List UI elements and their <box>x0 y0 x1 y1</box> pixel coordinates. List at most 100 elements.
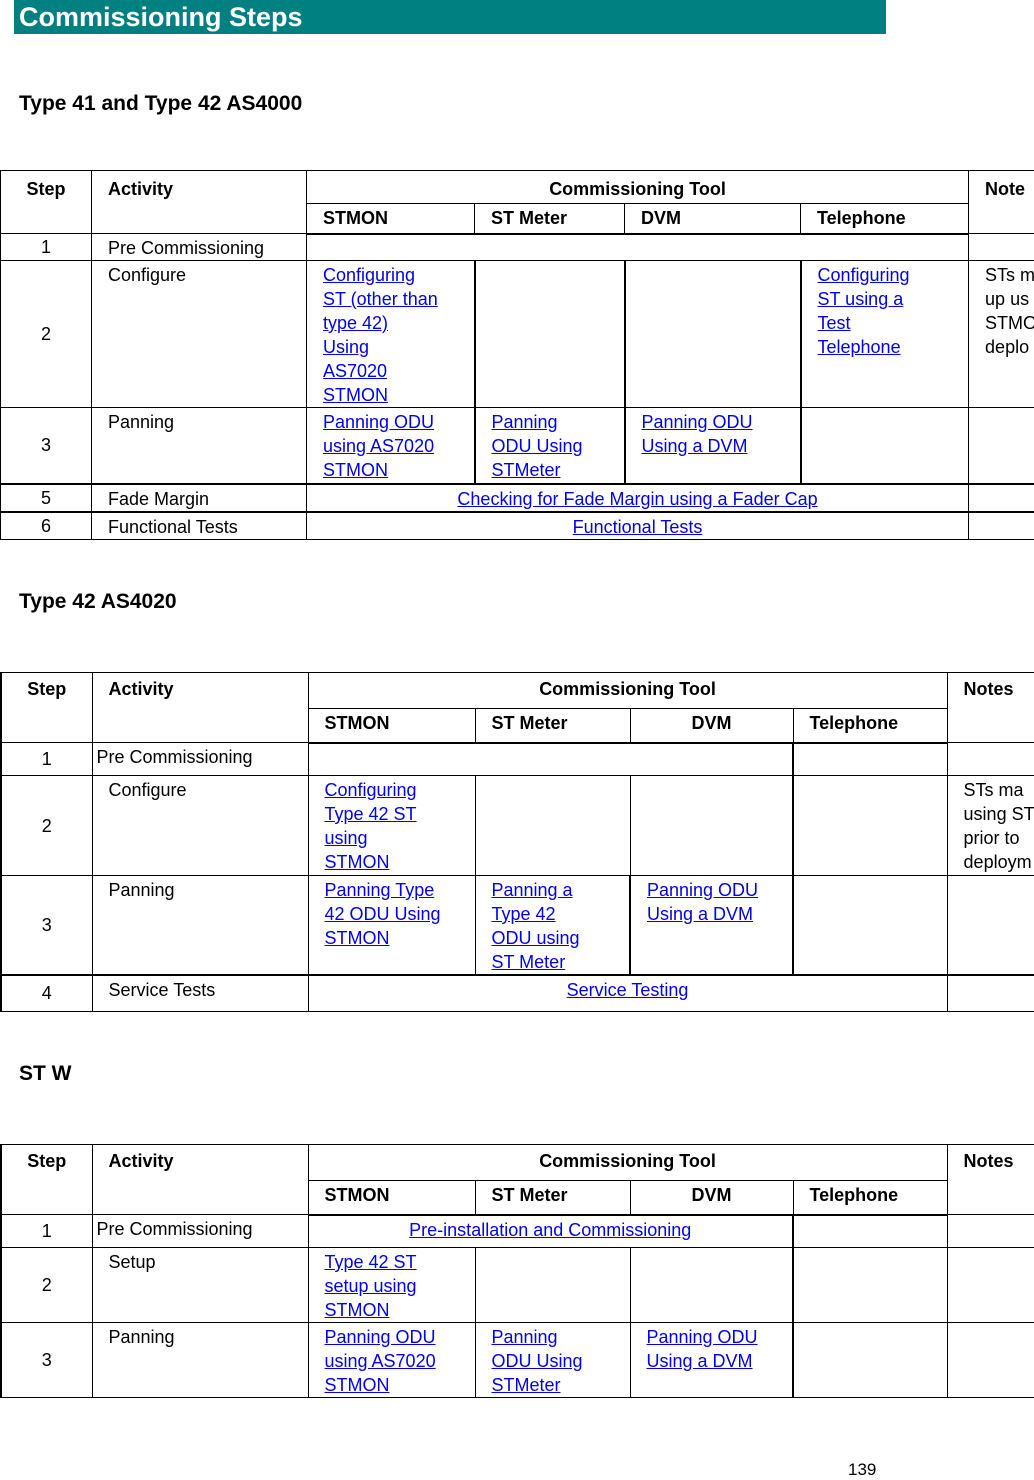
table-row: 2 Setup Type 42 ST setup using STMON <box>0 1247 1034 1323</box>
table-row: 6 Functional Tests Functional Tests <box>0 511 1034 540</box>
header-dvm: DVM <box>629 708 794 744</box>
telephone-cell <box>791 1214 948 1248</box>
header-step: Step <box>0 1144 93 1215</box>
link-panning-odu-dvm[interactable]: Panning ODU Using a DVM <box>647 880 758 924</box>
table-row: 1 Pre Commissioning <box>0 742 1034 776</box>
st-meter-cell <box>473 260 625 408</box>
step-number: 4 <box>0 974 93 1012</box>
step-number: 1 <box>0 742 93 776</box>
dvm-cell: Panning ODU Using a DVM <box>629 875 794 976</box>
notes-cell <box>968 233 1034 261</box>
span-link-cell: Checking for Fade Margin using a Fader C… <box>305 483 970 512</box>
table-row: 1 Pre Commissioning Pre-installation and… <box>0 1214 1034 1248</box>
page-number: 139 <box>848 1460 877 1479</box>
header-telephone: Telephone <box>792 708 948 744</box>
table-row: 4 Service Tests Service Testing <box>0 974 1034 1012</box>
notes-cell: STs m up us STMO deplo <box>968 260 1034 408</box>
step-number: 2 <box>0 775 93 876</box>
st-meter-cell <box>474 1247 631 1323</box>
table-row: 2 Configure Configuring ST (other than typ… <box>0 260 1034 408</box>
step-number: 2 <box>0 260 92 408</box>
activity: Pre Commissioning <box>91 742 309 776</box>
header-notes: Note <box>968 170 1034 234</box>
link-panning-odu-dvm[interactable]: Panning ODU Using a DVM <box>642 412 753 456</box>
step-number: 3 <box>0 1322 93 1398</box>
activity: Setup <box>91 1247 309 1323</box>
header-st-meter: ST Meter <box>474 203 625 235</box>
step-number: 3 <box>0 875 93 976</box>
stmon-cell: Configuring Type 42 ST using STMON <box>307 775 476 876</box>
header-notes: Notes <box>946 672 1034 743</box>
activity: Panning <box>91 407 307 484</box>
span-link-cell: Pre-installation and Commissioning <box>307 1214 794 1248</box>
section-title-type41-42-as4000: Type 41 and Type 42 AS4000 <box>19 92 303 115</box>
stmon-cell: Type 42 ST setup using STMON <box>307 1247 476 1323</box>
dvm-cell <box>629 1247 794 1323</box>
notes-cell <box>946 974 1034 1012</box>
header-activity: Activity <box>91 170 307 234</box>
page-banner: Commissioning Steps <box>14 0 886 34</box>
notes-cell <box>968 483 1034 512</box>
step-number: 5 <box>0 483 92 512</box>
link-configuring-st-test-telephone[interactable]: Configuring ST using a Test Telephone <box>818 265 910 357</box>
stmon-cell: Panning ODU using AS7020 STMON <box>306 407 475 484</box>
table-type42-as4020: Step Activity Commissioning Tool Notes S… <box>0 672 1034 1012</box>
step-number: 1 <box>0 233 92 261</box>
link-type42-st-setup-stmon[interactable]: Type 42 ST setup using STMON <box>325 1252 417 1320</box>
activity: Panning <box>91 875 309 976</box>
table-row: 1 Pre Commissioning <box>0 233 1034 261</box>
link-service-testing[interactable]: Service Testing <box>567 980 689 1000</box>
header-activity: Activity <box>91 1144 309 1215</box>
header-dvm: DVM <box>624 203 801 235</box>
activity: Functional Tests <box>91 511 307 540</box>
link-panning-type42-odu-st-meter[interactable]: Panning a Type 42 ODU using ST Meter <box>492 880 580 972</box>
link-panning-odu-as7020-stmon[interactable]: Panning ODU using AS7020 STMON <box>323 412 434 480</box>
link-configuring-type42-st-stmon[interactable]: Configuring Type 42 ST using STMON <box>325 780 417 872</box>
activity: Service Tests <box>91 974 309 1012</box>
link-pre-installation-commissioning[interactable]: Pre-installation and Commissioning <box>409 1220 691 1240</box>
banner-title: Commissioning Steps <box>19 2 303 32</box>
section-title-st-w: ST W <box>19 1062 72 1085</box>
step-number: 3 <box>0 407 92 484</box>
link-panning-odu-as7020-stmon[interactable]: Panning ODU using AS7020 STMON <box>325 1327 436 1395</box>
notes-cell <box>946 742 1034 776</box>
st-meter-cell: Panning ODU Using STMeter <box>473 407 625 484</box>
link-checking-fade-margin[interactable]: Checking for Fade Margin using a Fader C… <box>457 489 817 509</box>
link-configuring-st-other-than-type42[interactable]: Configuring ST (other than type 42) Using AS… <box>323 265 438 405</box>
step-number: 6 <box>0 511 92 540</box>
header-commissioning-tool: Commissioning Tool <box>307 1144 948 1181</box>
telephone-cell <box>791 742 948 776</box>
span-link-cell: Functional Tests <box>305 511 970 540</box>
stmon-cell: Configuring ST (other than type 42) Using AS… <box>306 260 475 408</box>
dvm-cell <box>629 775 794 876</box>
activity: Pre Commissioning <box>91 233 307 261</box>
dvm-cell <box>623 260 801 408</box>
link-functional-tests[interactable]: Functional Tests <box>573 517 703 537</box>
table-st-w: Step Activity Commissioning Tool Notes S… <box>0 1144 1034 1398</box>
link-panning-type42-odu-stmon[interactable]: Panning Type 42 ODU Using STMON <box>325 880 441 948</box>
activity: Panning <box>91 1322 309 1398</box>
notes-cell: STs ma using ST prior to deploym <box>946 775 1034 876</box>
header-notes: Notes <box>946 1144 1034 1215</box>
header-st-meter: ST Meter <box>474 708 631 744</box>
step-number: 1 <box>0 1214 93 1248</box>
link-panning-odu-dvm[interactable]: Panning ODU Using a DVM <box>647 1327 758 1371</box>
section-title-type42-as4020: Type 42 AS4020 <box>19 590 177 613</box>
header-telephone: Telephone <box>792 1180 948 1216</box>
dvm-cell: Panning ODU Using a DVM <box>629 1322 794 1398</box>
table-row: 3 Panning Panning Type 42 ODU Using STMON … <box>0 875 1034 976</box>
st-meter-cell <box>474 775 631 876</box>
tool-cell-empty <box>307 742 794 776</box>
telephone-cell <box>799 407 970 484</box>
header-stmon: STMON <box>306 203 475 235</box>
dvm-cell: Panning ODU Using a DVM <box>623 407 801 484</box>
st-meter-cell: Panning ODU Using STMeter <box>474 1322 631 1398</box>
notes-cell <box>968 511 1034 540</box>
header-stmon: STMON <box>307 708 476 744</box>
header-step: Step <box>0 170 92 234</box>
header-st-meter: ST Meter <box>474 1180 631 1216</box>
stmon-cell: Panning ODU using AS7020 STMON <box>307 1322 476 1398</box>
link-panning-odu-stmeter[interactable]: Panning ODU Using STMeter <box>492 1327 583 1395</box>
header-commissioning-tool: Commissioning Tool <box>307 672 948 709</box>
link-panning-odu-stmeter[interactable]: Panning ODU Using STMeter <box>492 412 583 480</box>
